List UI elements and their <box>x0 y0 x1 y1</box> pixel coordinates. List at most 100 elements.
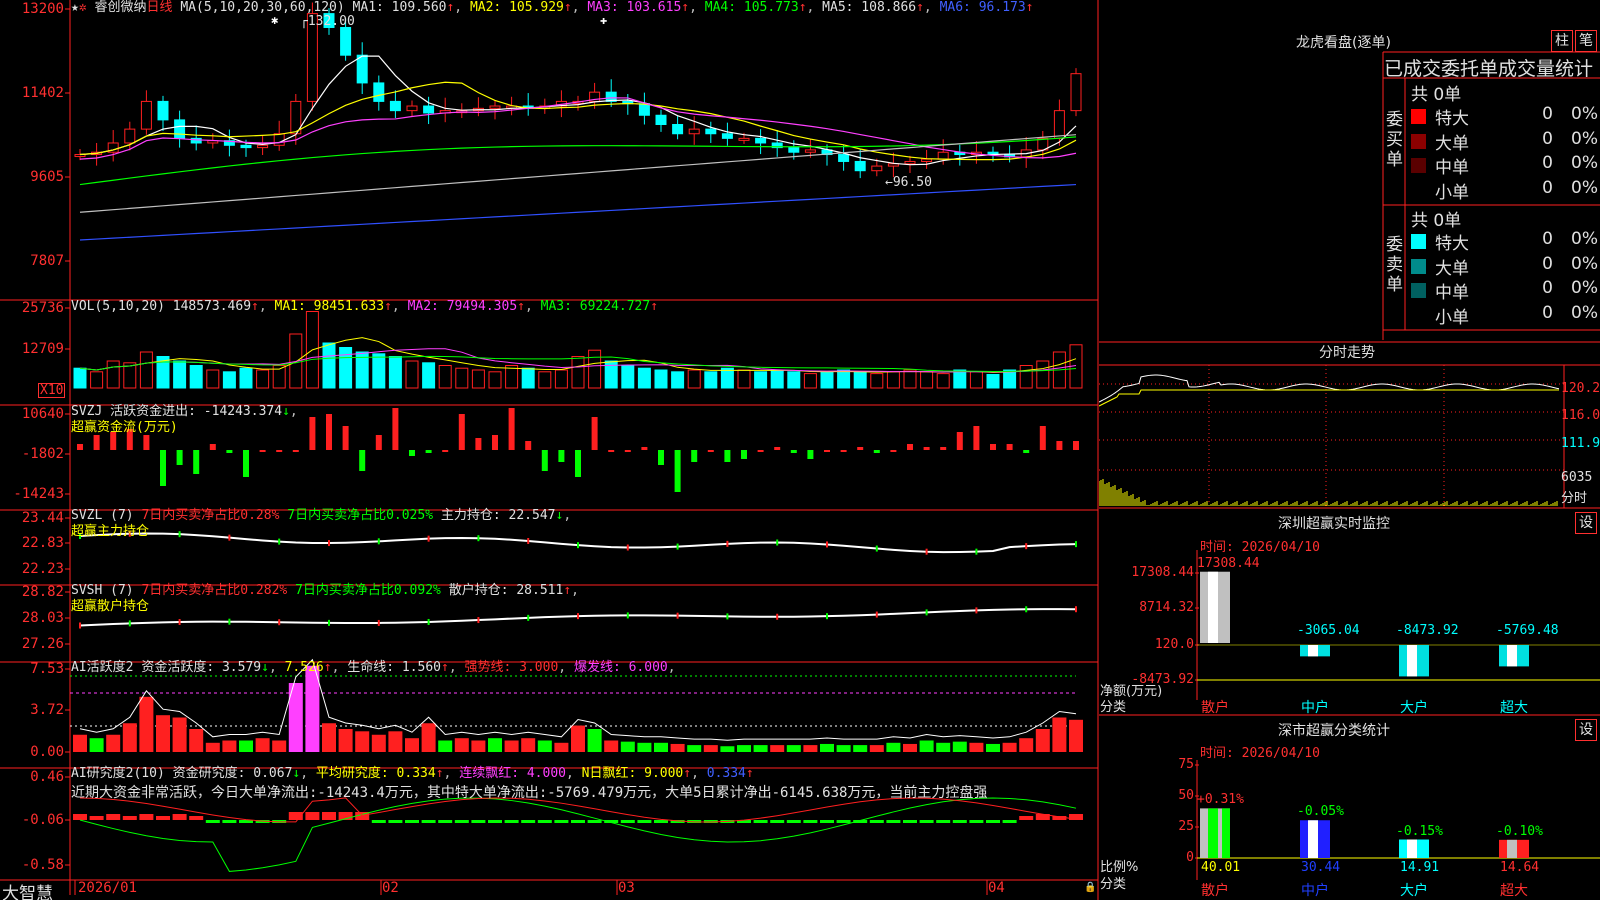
activity-bar <box>89 738 104 752</box>
ma3-value: MA3: 103.615 <box>587 0 682 15</box>
svzj-bar <box>442 450 449 452</box>
research-bar <box>571 820 585 823</box>
star-icon[interactable]: ★ <box>71 0 79 15</box>
volume-bar <box>1003 369 1017 389</box>
panel4-settings-button[interactable]: 设 <box>1575 719 1597 741</box>
svzj-bar <box>923 447 930 450</box>
panel3-y-label: 8714.32 <box>1139 600 1194 615</box>
activity-bar <box>571 725 585 752</box>
sell-row: 大单 0 0% <box>1411 254 1600 279</box>
activity-bar <box>1035 729 1050 752</box>
main-header: ★✲ 睿创微纳日线 MA(5,10,20,30,60,120) MA1: 109… <box>71 0 1034 15</box>
ai1-header: AI活跃度2 资金活跃度: 3.579↓, 7.526↑, 生命线: 1.560… <box>71 660 676 675</box>
volume-bar <box>853 371 867 389</box>
svzj-bar <box>77 444 83 450</box>
ma6-line <box>79 183 1077 241</box>
activity-bar <box>438 740 453 752</box>
p3-value-label: -8473.92 <box>1396 623 1459 638</box>
volume-bar <box>372 353 386 389</box>
activity-bar <box>355 731 370 752</box>
research-bar <box>786 820 801 823</box>
svzj-header: SVZJ 活跃资金进出: -14243.374↓, <box>71 404 298 419</box>
activity-bar <box>936 742 951 752</box>
volume-bar <box>139 351 153 389</box>
research-bar <box>438 820 453 823</box>
activity-bar <box>770 745 785 752</box>
volume-bar <box>870 373 884 389</box>
panel3-xlabel: 分类 <box>1100 700 1127 715</box>
y-axis-label: -1802 <box>21 446 64 462</box>
candle-body <box>838 154 850 162</box>
x-label-jan: 2026/01 <box>78 880 138 896</box>
period-label[interactable]: 日线 <box>147 0 173 15</box>
volume-bar <box>1036 360 1050 389</box>
candle-body <box>672 124 684 135</box>
chart-area[interactable]: ✱ ✚ <box>0 0 1100 900</box>
p4-y-label: 50 <box>1178 788 1194 803</box>
candle-body <box>854 160 866 172</box>
activity-bar <box>504 740 519 752</box>
svzj-bar <box>1023 450 1030 453</box>
activity-bar <box>305 665 320 752</box>
intraday-price-line <box>1099 374 1560 403</box>
research-bar <box>471 820 486 823</box>
row-percent: 0% <box>1571 302 1598 323</box>
svzj-bar <box>824 450 830 452</box>
svsh-tick <box>726 613 729 620</box>
activity-bar <box>869 745 884 752</box>
row-value: 0 <box>1542 128 1553 149</box>
volume-bar <box>438 365 452 389</box>
volume-bar <box>455 367 469 389</box>
panel1-subtitle: 已成交委托单成交量统计 <box>1384 58 1594 80</box>
y-axis-label: 9605 <box>30 169 64 185</box>
y-axis-label: 3.72 <box>30 702 64 718</box>
svzj-bar <box>724 450 731 462</box>
research-bar <box>919 820 934 823</box>
bar-mode-button[interactable]: 柱 <box>1551 30 1573 52</box>
svzl-tick <box>626 544 629 551</box>
row-percent: 0% <box>1571 177 1598 198</box>
research-bar <box>1019 816 1034 820</box>
svzj-bar <box>1056 441 1063 450</box>
svzj-bar <box>392 408 399 450</box>
svzl-tick <box>477 535 480 542</box>
lock-icon[interactable]: 🔒 <box>1084 882 1096 893</box>
research-bar <box>836 820 851 823</box>
svsh-tick <box>228 618 231 625</box>
p2-y1: 120.2 <box>1561 381 1600 396</box>
svzj-bar <box>342 426 349 450</box>
p3-value-label: -5769.48 <box>1496 623 1559 638</box>
research-bar <box>222 820 237 823</box>
p2-y4: 6035 <box>1561 470 1593 485</box>
volume-bar <box>671 371 685 389</box>
volume-bar <box>953 369 967 389</box>
activity-bar <box>919 740 934 752</box>
svsh-tick <box>178 619 181 626</box>
volume-bar <box>538 371 552 389</box>
svsh-tick <box>676 612 679 619</box>
volume-bar <box>588 349 602 389</box>
panel3-settings-button[interactable]: 设 <box>1575 512 1597 534</box>
sell-row: 中单 0 0% <box>1411 278 1600 303</box>
volume-bar <box>886 371 900 389</box>
candle-body <box>1070 73 1082 112</box>
svzl-tick <box>1025 543 1028 550</box>
svzj-subtitle: 超赢资金流(万元) <box>71 420 178 435</box>
candle-body <box>738 137 750 141</box>
research-bar <box>820 820 834 823</box>
color-swatch <box>1411 258 1426 274</box>
volume-bar <box>422 362 436 389</box>
tick-mode-button[interactable]: 笔 <box>1575 30 1597 52</box>
row-name: 特大 <box>1435 109 1469 129</box>
sell-row: 小单 0 0% <box>1411 302 1600 328</box>
svzl-subtitle: 超赢主力持仓 <box>71 524 150 539</box>
svzl-tick <box>826 541 828 548</box>
activity-bar <box>205 742 220 752</box>
research-bar <box>803 820 818 823</box>
buy-row: 小单 0 0% <box>1411 177 1600 203</box>
right-sidebar: 龙虎看盘(逐单) 柱 笔 已成交委托单成交量统计 委买单 共 0单 特大 0 0% 大… <box>1099 0 1600 900</box>
activity-bar <box>322 723 336 752</box>
svzl-tick <box>377 538 380 545</box>
p3-bar-highlight <box>1507 645 1517 667</box>
p3-bar-highlight <box>1208 571 1218 643</box>
